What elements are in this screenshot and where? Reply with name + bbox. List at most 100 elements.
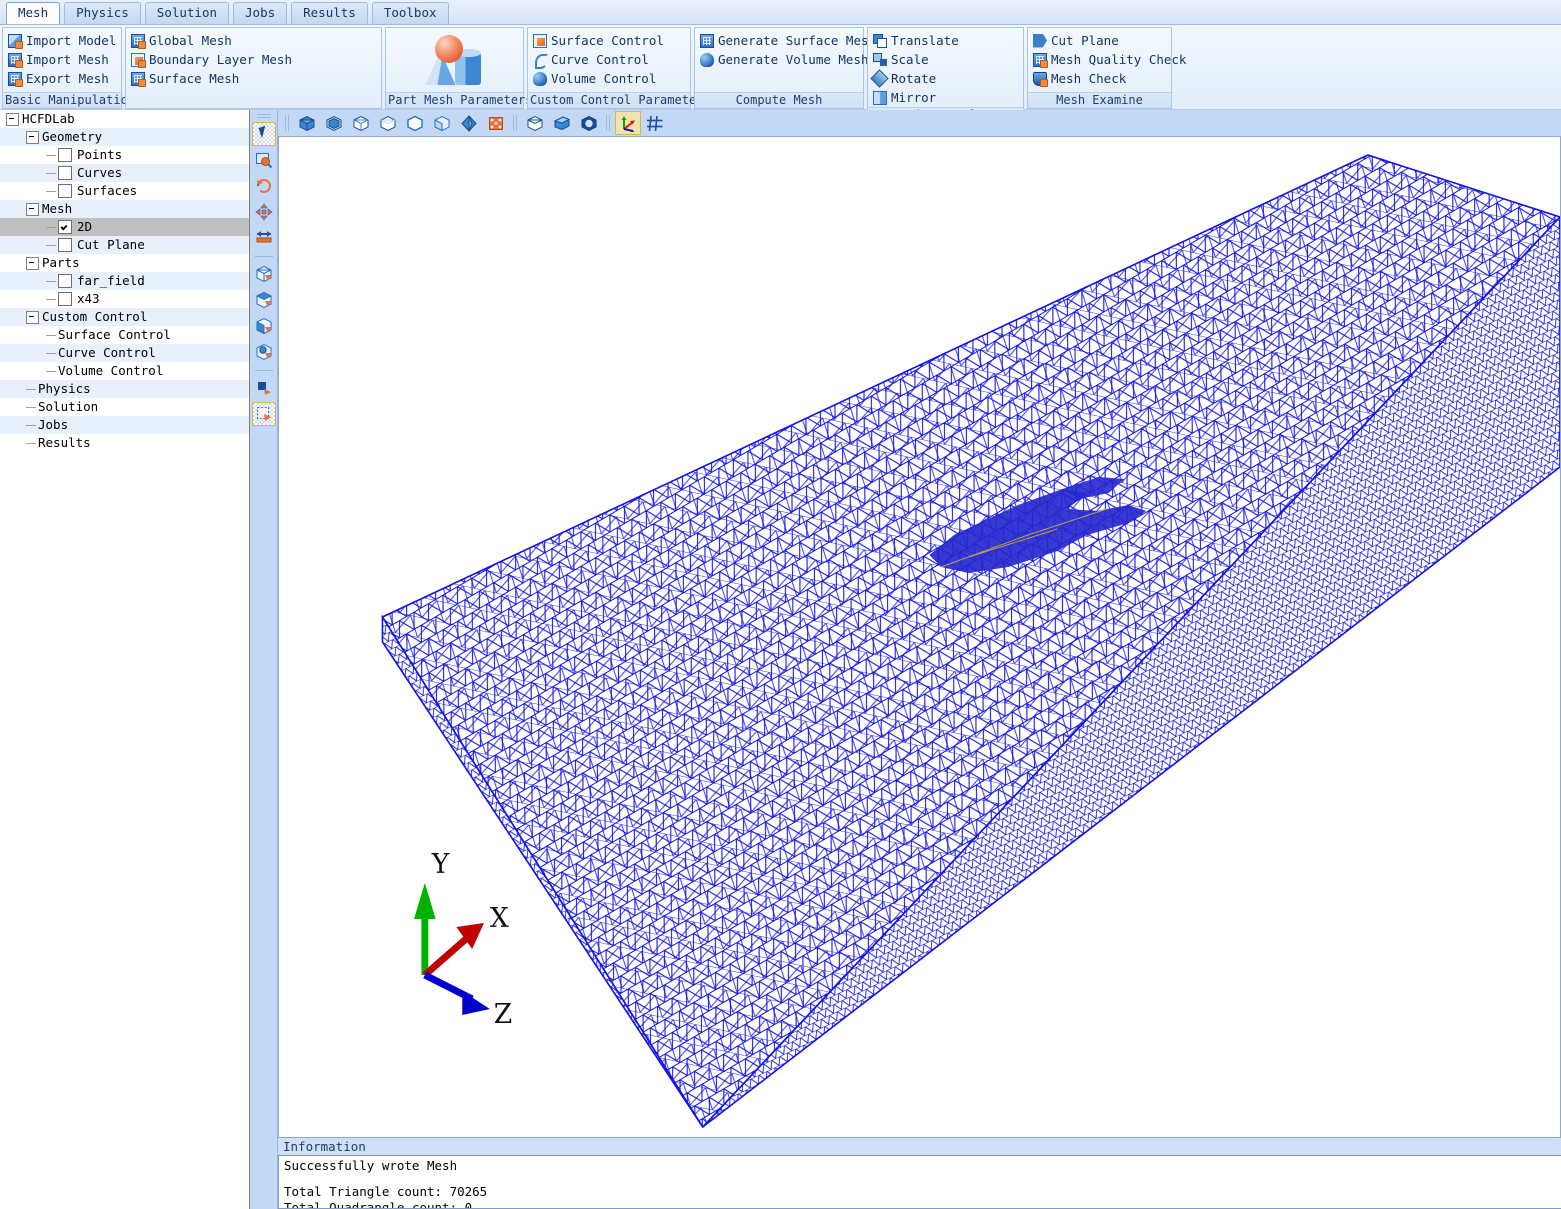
view-side-tool[interactable]: [252, 314, 276, 338]
collapse-icon[interactable]: [26, 202, 39, 216]
outline-view[interactable]: [402, 111, 428, 135]
tab-physics[interactable]: Physics: [64, 2, 141, 24]
tree-checkbox[interactable]: [58, 292, 72, 306]
tab-jobs[interactable]: Jobs: [233, 2, 288, 24]
tree-item-surface-control[interactable]: Surface Control: [0, 326, 249, 344]
tree-item-curve-control[interactable]: Curve Control: [0, 344, 249, 362]
toolbar-grip-horizontal-3[interactable]: [606, 115, 612, 131]
tree-item-label: Solution: [38, 399, 99, 414]
global-mesh-icon: [131, 33, 146, 49]
collapse-icon[interactable]: [26, 256, 39, 270]
mesh-render-canvas[interactable]: Y X Z: [279, 137, 1560, 1137]
collapse-icon[interactable]: [26, 130, 39, 144]
collapse-icon[interactable]: [26, 310, 39, 324]
tree-item-volume-control[interactable]: Volume Control: [0, 362, 249, 380]
select-pointer-tool[interactable]: [251, 122, 276, 146]
tree-checkbox[interactable]: [58, 148, 72, 162]
tree-item-label: Results: [38, 435, 91, 450]
view-iso-tool[interactable]: [252, 340, 276, 364]
model-tree-panel[interactable]: HCFDLab Geometry Points Curves Surfaces Mesh 2…: [0, 110, 250, 1209]
toolbar-grip-horizontal-2[interactable]: [513, 115, 519, 131]
tree-item-parts[interactable]: Parts: [0, 254, 249, 272]
toolbar-separator-2: [254, 370, 273, 371]
tree-item-hcfdlab[interactable]: HCFDLab: [0, 110, 249, 128]
ribbon-button-translate[interactable]: Translate: [873, 31, 967, 50]
ribbon-button-import-mesh[interactable]: Import Mesh: [8, 50, 116, 69]
rotate-tool[interactable]: [252, 174, 276, 198]
tree-item-surfaces[interactable]: Surfaces: [0, 182, 249, 200]
tree-checkbox[interactable]: [58, 274, 72, 288]
ribbon-button-mesh-quality-check[interactable]: Mesh Quality Check: [1033, 50, 1186, 69]
tree-item-x43[interactable]: x43: [0, 290, 249, 308]
tab-results[interactable]: Results: [291, 2, 368, 24]
ribbon-button-part-mesh-parameters[interactable]: [386, 28, 523, 92]
zoom-box-tool[interactable]: [252, 148, 276, 172]
tree-item-label: far_field: [77, 273, 145, 288]
tree-item-mesh[interactable]: Mesh: [0, 200, 249, 218]
tree-item-points[interactable]: Points: [0, 146, 249, 164]
ribbon-button-rotate[interactable]: Rotate: [870, 68, 1018, 88]
tree-checkbox[interactable]: [58, 184, 72, 198]
ribbon-button-global-mesh[interactable]: Global Mesh: [131, 31, 247, 50]
box-outline-view[interactable]: [522, 111, 548, 135]
tab-solution[interactable]: Solution: [144, 2, 230, 24]
tree-item-far-field[interactable]: far_field: [0, 272, 249, 290]
pick-point-tool[interactable]: [252, 376, 276, 400]
ribbon-button-import-model[interactable]: Import Model: [8, 31, 122, 50]
ribbon-button-scale[interactable]: Scale: [873, 50, 935, 69]
hidden-line-view[interactable]: [375, 111, 401, 135]
pan-tool[interactable]: [252, 200, 276, 224]
point-cloud-icon: [489, 116, 503, 130]
axis-triad-toggle[interactable]: [615, 111, 641, 135]
grid-toggle[interactable]: [642, 111, 668, 135]
toolbar-grip[interactable]: [256, 114, 271, 120]
ribbon-button-export-mesh[interactable]: Export Mesh: [8, 69, 116, 88]
tree-item-2d[interactable]: 2D: [0, 218, 249, 236]
fit-view-tool[interactable]: [252, 226, 276, 250]
information-log[interactable]: Successfully wrote Mesh Total Triangle c…: [278, 1155, 1561, 1209]
ribbon-button-generate-surface-mesh[interactable]: Generate Surface Mesh: [700, 31, 876, 50]
rubber-band-select-tool[interactable]: [251, 402, 276, 426]
ribbon-button-boundary-layer-mesh[interactable]: Boundary Layer Mesh: [131, 50, 298, 69]
tab-mesh[interactable]: Mesh: [6, 2, 61, 24]
tree-connector: [46, 298, 56, 300]
3d-viewport[interactable]: Y X Z: [278, 136, 1561, 1138]
tree-item-physics[interactable]: Physics: [0, 380, 249, 398]
application-window: Mesh Physics Solution Jobs Results Toolb…: [0, 0, 1561, 1209]
tree-item-curves[interactable]: Curves: [0, 164, 249, 182]
toolbar-grip-horizontal[interactable]: [285, 115, 291, 131]
tree-checkbox[interactable]: [58, 220, 72, 234]
tree-item-cut-plane[interactable]: Cut Plane: [0, 236, 249, 254]
mesh-quality-check-icon: [1033, 52, 1048, 68]
transparent-view[interactable]: [429, 111, 455, 135]
shaded-with-edges-icon: [326, 115, 342, 131]
collapse-icon[interactable]: [6, 112, 19, 126]
tree-item-jobs[interactable]: Jobs: [0, 416, 249, 434]
ribbon-button-mirror[interactable]: Mirror: [873, 88, 1018, 107]
shaded-sphere-view[interactable]: [576, 111, 602, 135]
tree-item-results[interactable]: Results: [0, 434, 249, 452]
tree-item-custom-control[interactable]: Custom Control: [0, 308, 249, 326]
view-front-tool[interactable]: [252, 262, 276, 286]
tree-checkbox[interactable]: [58, 238, 72, 252]
ribbon-button-cut-plane[interactable]: Cut Plane: [1033, 31, 1166, 50]
shaded-solid-view[interactable]: [294, 111, 320, 135]
ribbon-spacer-1: [131, 88, 277, 107]
tree-item-solution[interactable]: Solution: [0, 398, 249, 416]
ribbon-button-curve-control[interactable]: Curve Control: [533, 50, 685, 69]
ribbon-button-surface-control[interactable]: Surface Control: [533, 31, 685, 50]
ribbon-button-mesh-check[interactable]: Mesh Check: [1033, 69, 1166, 88]
tab-toolbox[interactable]: Toolbox: [371, 2, 449, 24]
ribbon-button-volume-control[interactable]: Volume Control: [533, 69, 685, 88]
ribbon-button-generate-volume-mesh[interactable]: Generate Volume Mesh: [700, 50, 869, 69]
tree-checkbox[interactable]: [58, 166, 72, 180]
shaded-with-edges-view[interactable]: [321, 111, 347, 135]
main-area: HCFDLab Geometry Points Curves Surfaces Mesh 2…: [0, 110, 1561, 1209]
view-top-tool[interactable]: [252, 288, 276, 312]
ribbon-button-surface-mesh[interactable]: Surface Mesh: [131, 69, 247, 88]
point-cloud-view[interactable]: [483, 111, 509, 135]
tree-item-geometry[interactable]: Geometry: [0, 128, 249, 146]
isosurface-view[interactable]: [456, 111, 482, 135]
wireframe-view[interactable]: [348, 111, 374, 135]
clip-view[interactable]: [549, 111, 575, 135]
